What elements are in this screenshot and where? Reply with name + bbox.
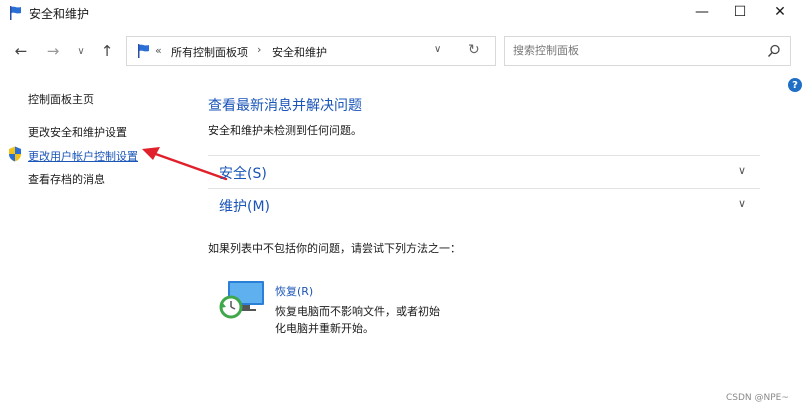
sidebar-item-change-security-settings[interactable]: 更改安全和维护设置 (28, 124, 127, 140)
breadcrumb-security-and-maintenance[interactable]: 安全和维护 (272, 44, 327, 60)
flag-icon (138, 44, 149, 58)
sidebar-item-view-archived-messages[interactable]: 查看存档的消息 (28, 171, 105, 187)
recovery-description: 恢复电脑而不影响文件，或者初始 (275, 305, 440, 318)
troubleshoot-hint: 如果列表中不包括你的问题，请尝试下列方法之一： (208, 242, 461, 255)
search-input[interactable] (513, 44, 753, 57)
address-bar[interactable]: « 所有控制面板项 › 安全和维护 ∨ ↻ (126, 36, 496, 66)
page-heading: 查看最新消息并解决问题 (208, 98, 362, 114)
title-bar: 安全和维护 — ☐ ✕ (0, 0, 804, 26)
maintenance-section-header[interactable]: 维护(M) ∨ (208, 188, 760, 220)
window-title: 安全和维护 (29, 7, 90, 21)
recovery-description: 化电脑并重新开始。 (275, 322, 374, 335)
chevron-down-icon[interactable]: ∨ (738, 164, 746, 177)
maximize-button[interactable]: ☐ (722, 0, 758, 24)
search-box[interactable] (504, 36, 791, 66)
breadcrumb-all-control-panel-items[interactable]: 所有控制面板项 (171, 44, 248, 60)
back-button[interactable]: ← (10, 40, 32, 62)
refresh-icon[interactable]: ↻ (468, 42, 480, 58)
flag-icon (10, 6, 21, 20)
chevron-down-icon[interactable]: ∨ (738, 197, 746, 210)
breadcrumb-overflow-icon[interactable]: « (155, 44, 162, 57)
recovery-icon[interactable] (218, 280, 266, 322)
shield-icon (9, 146, 21, 162)
maintenance-section-label[interactable]: 维护(M) (219, 196, 270, 216)
search-icon[interactable] (767, 44, 781, 58)
watermark: CSDN @NPE~ (726, 393, 789, 403)
recent-locations-button[interactable]: ∨ (70, 40, 92, 62)
recovery-link[interactable]: 恢复(R) (275, 283, 313, 299)
sidebar-item-control-panel-home[interactable]: 控制面板主页 (28, 91, 94, 107)
security-section-label[interactable]: 安全(S) (219, 163, 267, 183)
security-section-header[interactable]: 安全(S) ∨ (208, 155, 760, 187)
sidebar-item-change-uac-settings[interactable]: 更改用户帐户控制设置 (28, 148, 138, 164)
address-dropdown-icon[interactable]: ∨ (434, 44, 441, 55)
navigation-bar: ← → ∨ ↑ « 所有控制面板项 › 安全和维护 ∨ ↻ (0, 28, 804, 74)
breadcrumb-separator-icon[interactable]: › (257, 43, 261, 56)
status-message: 安全和维护未检测到任何问题。 (208, 124, 362, 137)
minimize-button[interactable]: — (684, 0, 720, 24)
help-icon[interactable]: ? (788, 78, 802, 92)
up-button[interactable]: ↑ (96, 40, 118, 62)
forward-button[interactable]: → (42, 40, 64, 62)
close-button[interactable]: ✕ (762, 0, 798, 24)
